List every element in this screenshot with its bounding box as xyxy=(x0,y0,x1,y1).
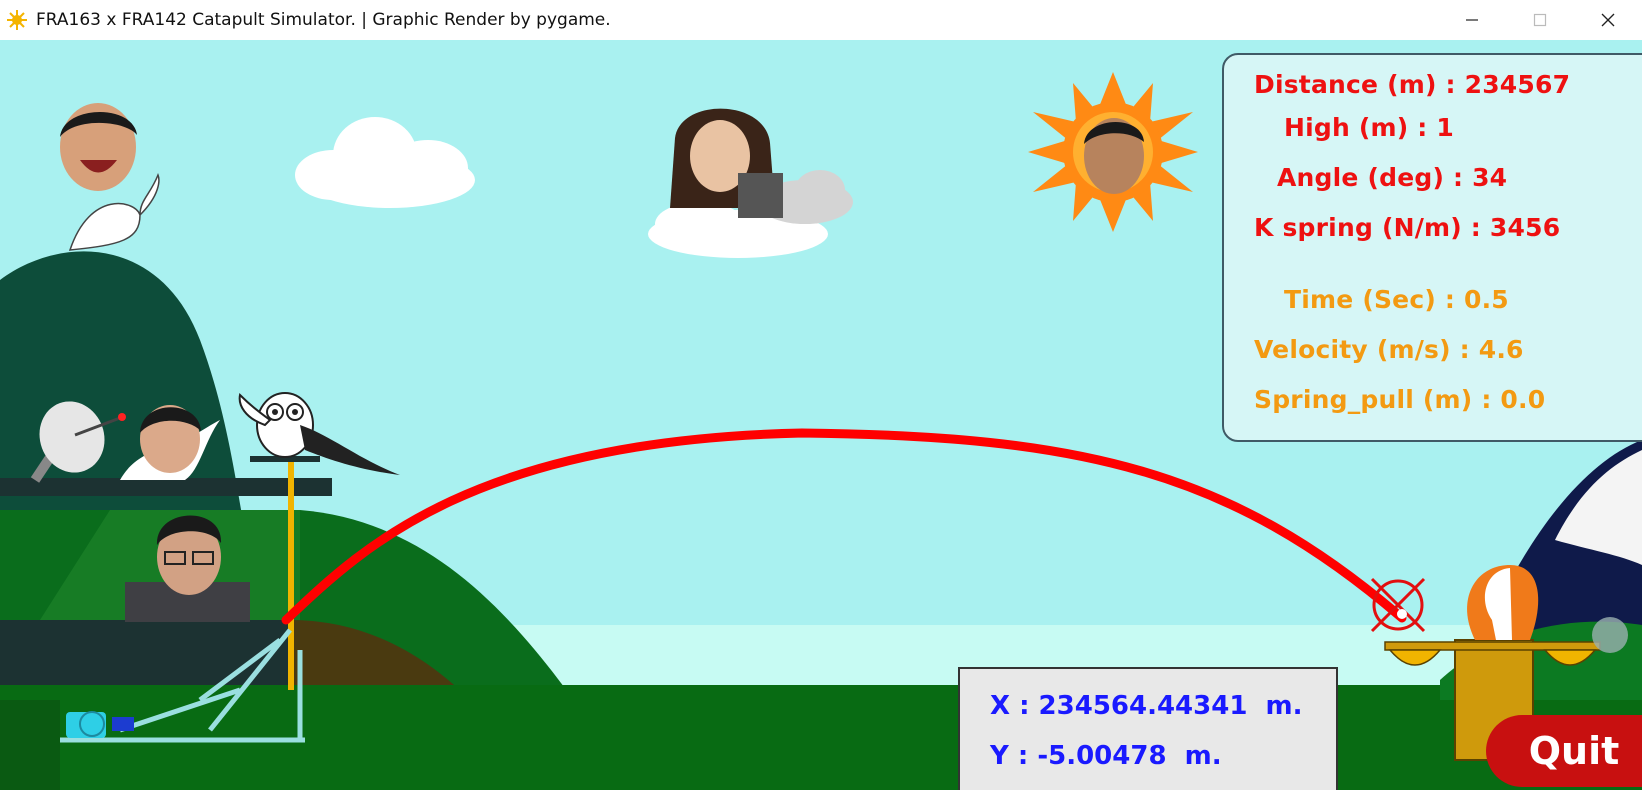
close-icon xyxy=(1601,13,1615,27)
y-coordinate: Y : -5.00478 m. xyxy=(990,741,1222,771)
coordinate-box: X : 234564.44341 m. Y : -5.00478 m. xyxy=(958,667,1338,790)
avatar-girl xyxy=(670,108,783,218)
window-controls xyxy=(1438,0,1642,40)
avatar-dish xyxy=(140,405,201,473)
cloud-left xyxy=(295,117,475,208)
avatar-glasses xyxy=(125,515,250,622)
k-spring-readout: K spring (N/m) : 3456 xyxy=(1254,213,1561,242)
maximize-icon xyxy=(1533,13,1547,27)
minimize-icon xyxy=(1466,19,1478,21)
owl-icon xyxy=(238,392,400,475)
platform-top xyxy=(0,478,332,496)
height-readout: High (m) : 1 xyxy=(1284,113,1454,142)
time-readout: Time (Sec) : 0.5 xyxy=(1284,285,1509,314)
window-title: FRA163 x FRA142 Catapult Simulator. | Gr… xyxy=(36,10,611,30)
stats-panel: Distance (m) : 234567 High (m) : 1 Angle… xyxy=(1222,53,1642,442)
quit-button[interactable]: Quit xyxy=(1486,715,1642,787)
minimize-button[interactable] xyxy=(1438,0,1506,40)
angle-readout: Angle (deg) : 34 xyxy=(1277,163,1508,192)
distance-readout: Distance (m) : 234567 xyxy=(1254,70,1571,99)
window-titlebar: FRA163 x FRA142 Catapult Simulator. | Gr… xyxy=(0,0,1642,41)
avatar-laughing xyxy=(60,103,137,191)
game-canvas: Distance (m) : 234567 High (m) : 1 Angle… xyxy=(0,40,1642,790)
avatar-sun-face xyxy=(1084,118,1144,194)
sun-app-icon xyxy=(7,10,27,30)
maximize-button[interactable] xyxy=(1506,0,1574,40)
x-coordinate: X : 234564.44341 m. xyxy=(990,691,1303,721)
launch-pole xyxy=(288,460,294,690)
close-button[interactable] xyxy=(1574,0,1642,40)
quit-button-label: Quit xyxy=(1528,729,1620,773)
spring-pull-readout: Spring_pull (m) : 0.0 xyxy=(1254,385,1546,414)
velocity-readout: Velocity (m/s) : 4.6 xyxy=(1254,335,1524,364)
